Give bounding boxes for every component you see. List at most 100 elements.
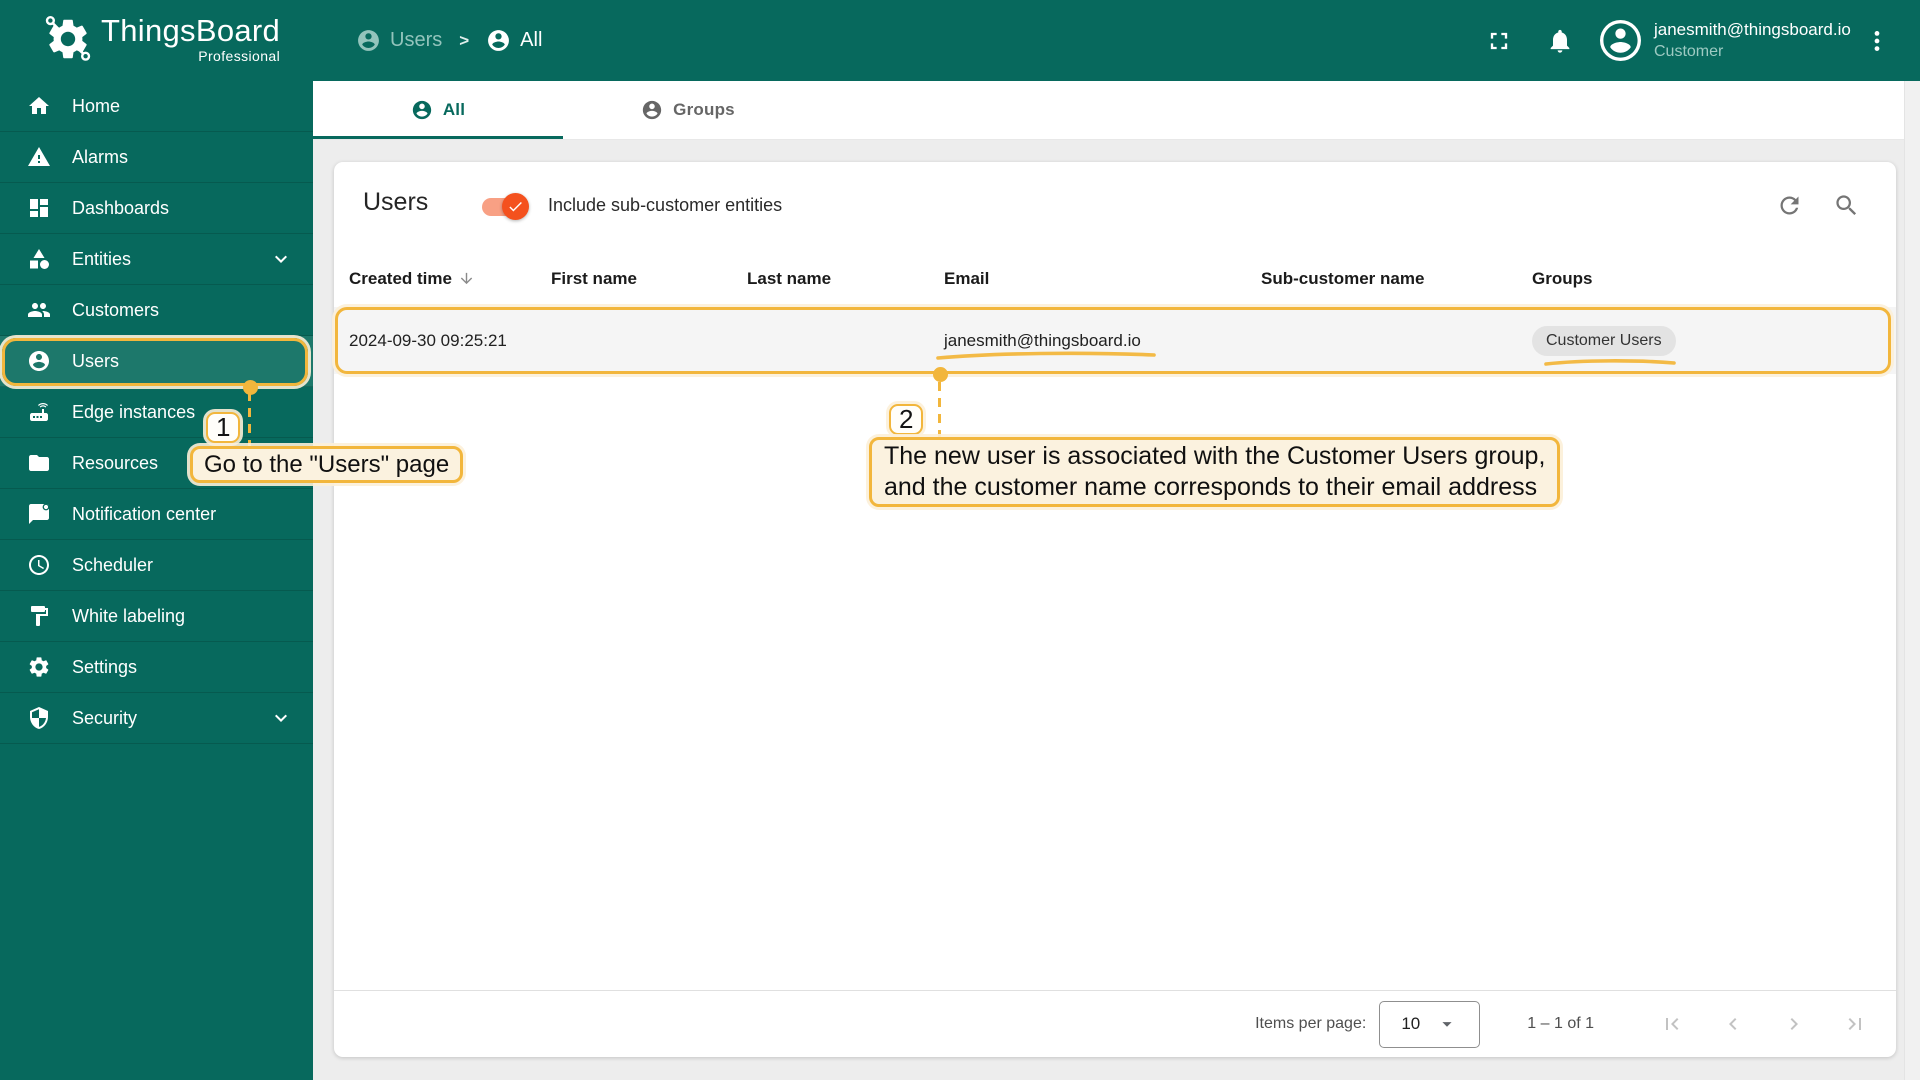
tab-all-icon <box>412 100 431 120</box>
next-page-icon[interactable] <box>1782 1012 1806 1036</box>
edge-instances-router-icon <box>30 403 48 421</box>
column-label: First name <box>551 268 637 288</box>
cell-groups: Customer Users <box>1517 325 1896 356</box>
last-page-icon[interactable] <box>1843 1012 1867 1036</box>
thingsboard-logo[interactable]: ThingsBoard Professional <box>44 14 280 64</box>
logo-text: ThingsBoard Professional <box>101 13 281 65</box>
group-chip[interactable]: Customer Users <box>1532 325 1676 356</box>
thingsboard-logo-icon <box>45 15 91 61</box>
cell-created-time: 2024-09-30 09:25:21 <box>349 330 507 350</box>
user-email: janesmith@thingsboard.io <box>1654 19 1851 39</box>
sidebar-item-label: Home <box>72 95 121 116</box>
breadcrumb: Users > All <box>356 0 542 81</box>
column-label: Created time <box>349 268 452 288</box>
user-menu-more-icon[interactable] <box>1864 27 1890 55</box>
sidebar-item-alarms[interactable]: Alarms <box>0 132 313 183</box>
sidebar-item-resources[interactable]: Resources <box>0 438 313 489</box>
page-title: Users <box>363 188 429 216</box>
customers-people-icon <box>28 303 50 317</box>
thingsboard-app: ThingsBoard Professional Users > All jan… <box>0 0 1920 1080</box>
users-table-card: Users Include sub-customer entities Crea… <box>334 162 1896 1057</box>
sidebar-item-customers[interactable]: Customers <box>0 285 313 336</box>
page-range: 1 – 1 of 1 <box>1527 1015 1594 1032</box>
brand-tagline: Professional <box>198 48 281 64</box>
page-size-select[interactable]: 10 <box>1379 1000 1481 1048</box>
sidebar-item-dashboards[interactable]: Dashboards <box>0 183 313 234</box>
sidebar-item-users[interactable]: Users <box>0 336 313 387</box>
avatar[interactable] <box>1600 20 1641 61</box>
sidebar-item-label: Notification center <box>72 503 217 524</box>
main-content: All Groups Users Include sub-customer en… <box>313 81 1920 1080</box>
breadcrumb-all[interactable]: All <box>486 28 542 53</box>
sidebar-item-settings[interactable]: Settings <box>0 642 313 693</box>
users-account-icon <box>29 351 49 371</box>
column-header-created-time[interactable]: Created time <box>334 269 536 289</box>
security-shield-icon <box>30 707 48 729</box>
avatar-person-icon <box>1603 23 1638 58</box>
breadcrumb-users[interactable]: Users <box>356 28 442 53</box>
prev-page-icon[interactable] <box>1721 1012 1745 1036</box>
include-subcustomers-toggle[interactable] <box>482 193 539 220</box>
sidebar-item-entities[interactable]: Entities <box>0 234 313 285</box>
sidebar: Home Alarms Dashboards Entities Customer… <box>0 81 313 1080</box>
tab-groups-label: Groups <box>673 100 735 119</box>
tab-groups[interactable]: Groups <box>563 81 813 139</box>
user-role: Customer <box>1654 42 1724 60</box>
chevron-down-icon[interactable] <box>269 706 293 730</box>
column-header-last-name[interactable]: Last name <box>732 269 929 289</box>
column-header-groups[interactable]: Groups <box>1517 269 1896 289</box>
notifications-bell-icon[interactable] <box>1546 27 1574 55</box>
fullscreen-icon[interactable] <box>1485 27 1513 55</box>
search-icon[interactable] <box>1833 192 1860 219</box>
breadcrumb-all-label: All <box>520 29 543 51</box>
header-actions: janesmith@thingsboard.io Customer <box>1485 0 1890 81</box>
breadcrumb-all-icon <box>488 30 510 51</box>
sidebar-item-label: White labeling <box>72 605 186 626</box>
breadcrumb-separator: > <box>459 30 470 50</box>
home-icon <box>29 97 49 114</box>
table-row[interactable]: 2024-09-30 09:25:21 janesmith@thingsboar… <box>334 307 1896 374</box>
page-scrollbar[interactable] <box>1904 81 1920 1080</box>
column-header-sub-customer[interactable]: Sub-customer name <box>1246 269 1517 289</box>
dashboards-icon <box>30 199 48 217</box>
sidebar-item-label: Dashboards <box>72 197 170 218</box>
sidebar-item-scheduler[interactable]: Scheduler <box>0 540 313 591</box>
user-info: janesmith@thingsboard.io Customer <box>1654 19 1851 63</box>
column-header-email[interactable]: Email <box>929 269 1246 289</box>
sidebar-item-label: Users <box>72 350 120 371</box>
breadcrumb-users-label: Users <box>390 29 443 51</box>
column-label: Email <box>944 268 990 288</box>
check-icon <box>509 201 522 212</box>
breadcrumb-users-icon <box>358 30 379 51</box>
dropdown-arrow-icon <box>1442 1022 1452 1027</box>
refresh-icon[interactable] <box>1776 192 1803 219</box>
column-label: Last name <box>747 268 832 288</box>
chevron-down-icon[interactable] <box>269 247 293 271</box>
sidebar-item-label: Scheduler <box>72 554 154 575</box>
tab-all[interactable]: All <box>313 81 563 139</box>
pager-buttons <box>1660 1012 1867 1036</box>
sidebar-item-label: Security <box>72 707 138 728</box>
pagination-bar: Items per page: 10 1 – 1 of 1 <box>334 990 1896 1057</box>
brand-name: ThingsBoard <box>101 13 281 48</box>
card-header: Users Include sub-customer entities <box>334 162 1896 250</box>
settings-gear-icon <box>29 657 49 677</box>
top-header: ThingsBoard Professional Users > All jan… <box>0 0 1920 81</box>
sidebar-item-label: Settings <box>72 656 138 677</box>
first-page-icon[interactable] <box>1660 1012 1684 1036</box>
toggle-thumb <box>502 193 529 220</box>
tab-all-label: All <box>442 100 466 119</box>
cell-email: janesmith@thingsboard.io <box>944 330 1141 350</box>
sidebar-item-notification-center[interactable]: Notification center <box>0 489 313 540</box>
column-label: Groups <box>1532 268 1593 288</box>
notification-center-icon <box>29 503 50 524</box>
toggle-label: Include sub-customer entities <box>548 195 783 215</box>
sidebar-item-edge-instances[interactable]: Edge instances <box>0 387 313 438</box>
sidebar-item-white-labeling[interactable]: White labeling <box>0 591 313 642</box>
sort-desc-icon <box>460 272 473 285</box>
table-actions <box>1776 192 1860 219</box>
column-header-first-name[interactable]: First name <box>536 269 732 289</box>
sidebar-item-home[interactable]: Home <box>0 81 313 132</box>
white-labeling-paint-icon <box>31 606 48 626</box>
sidebar-item-security[interactable]: Security <box>0 693 313 744</box>
